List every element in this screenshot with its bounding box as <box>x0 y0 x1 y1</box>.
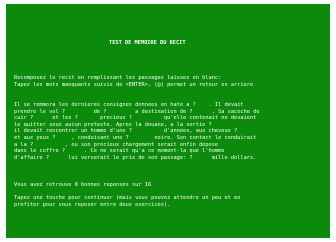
score-result: Vous avez retrouve 0 bonnes reponses sur… <box>14 182 152 188</box>
fill-in-blanks-passage[interactable]: Il se remmora les dernieres consignes do… <box>14 102 260 161</box>
continue-prompt: Tapez une touche pour continuer (mais vo… <box>14 195 241 208</box>
terminal-screen[interactable]: TEST DE MEMOIRE DU RECIT Recomposez le r… <box>6 4 330 238</box>
instructions-text: Recomposez le recit en remplissant les p… <box>14 75 254 88</box>
exercise-title: TEST DE MEMOIRE DU RECIT <box>109 40 186 46</box>
